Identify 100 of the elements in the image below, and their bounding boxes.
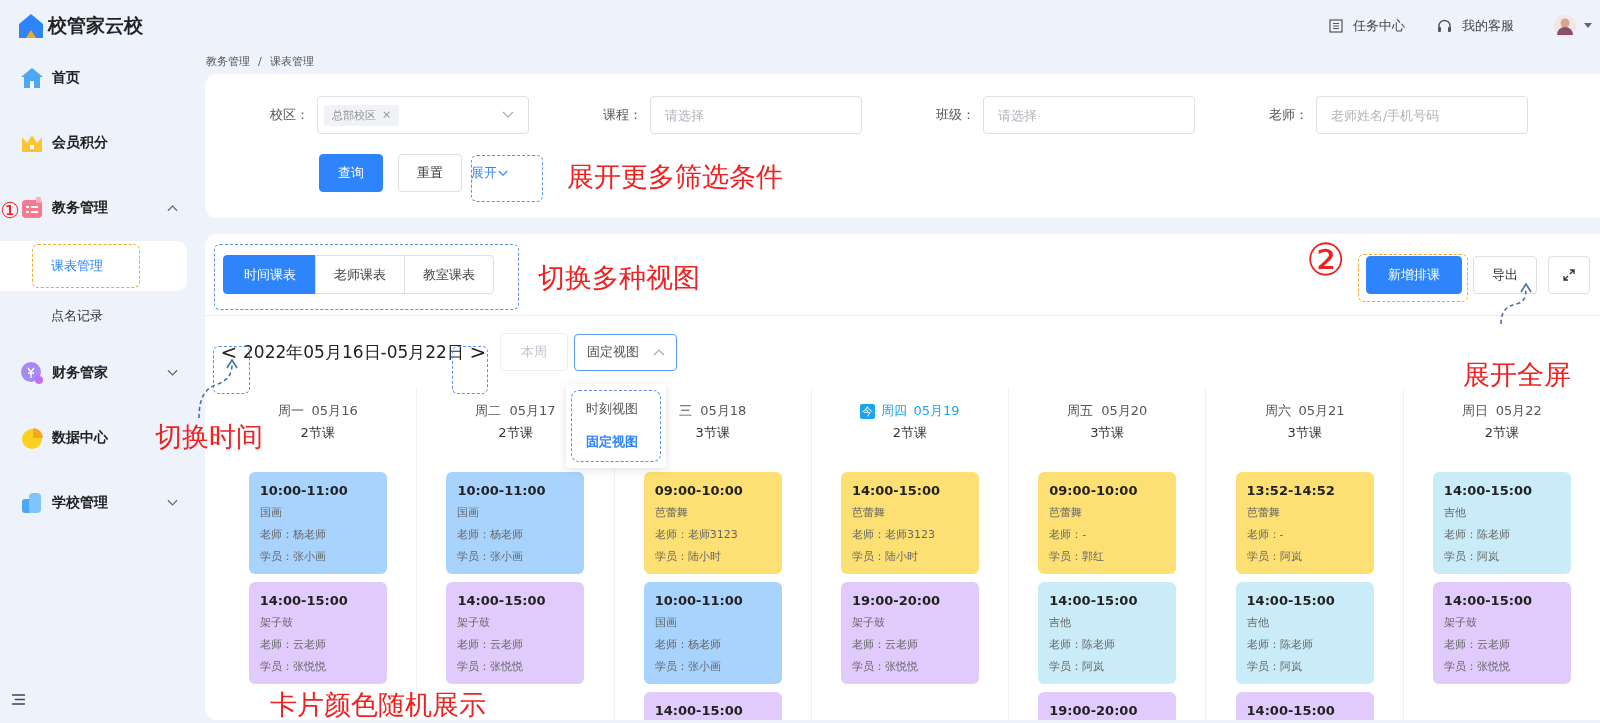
sidebar-item[interactable]: 数据中心 xyxy=(20,419,140,457)
view-tab[interactable]: 教室课表 xyxy=(404,255,494,294)
course-name: 国画 xyxy=(457,505,481,520)
dropdown-option[interactable]: 时刻视图 xyxy=(571,392,660,426)
expand-icon xyxy=(1563,268,1575,281)
teacher-name: 老师：杨老师 xyxy=(457,527,525,542)
input-field[interactable]: 请选择 xyxy=(983,96,1195,134)
student-name: 学员：张小画 xyxy=(259,549,327,564)
teacher-name: 老师：云老师 xyxy=(1443,637,1511,652)
lesson-card[interactable]: 19:00-20:00 xyxy=(1038,692,1177,720)
lesson-time: 09:00-10:00 xyxy=(654,483,744,498)
lesson-time: 10:00-11:00 xyxy=(259,483,349,498)
lesson-card[interactable]: 10:00-11:00 国画 老师：杨老师 学员：张小画 xyxy=(643,582,782,684)
lesson-card[interactable]: 14:00-15:00 架子鼓 老师：云老师 学员：张悦悦 xyxy=(1432,582,1571,684)
menu-icon[interactable] xyxy=(12,694,25,705)
expand-link[interactable]: 展开 xyxy=(471,164,508,182)
lesson-card[interactable]: 10:00-11:00 国画 老师：杨老师 学员：张小画 xyxy=(446,472,585,574)
lesson-count: 3节课 xyxy=(695,424,730,442)
input-field[interactable]: 老师姓名/手机号码 xyxy=(1316,96,1528,134)
blocks-icon xyxy=(20,491,44,515)
lesson-card[interactable]: 14:00-15:00 xyxy=(1235,692,1374,720)
support-link[interactable]: 我的客服 xyxy=(1437,17,1514,35)
lesson-count: 2节课 xyxy=(892,424,928,442)
lesson-time: 14:00-15:00 xyxy=(259,593,349,608)
previous-week-button[interactable]: < xyxy=(215,340,243,364)
lesson-card[interactable]: 14:00-15:00 吉他 老师：陈老师 学员：阿岚 xyxy=(1038,582,1177,684)
student-name: 学员：阿岚 xyxy=(1246,659,1303,674)
sidebar-item[interactable]: 会员积分 xyxy=(20,124,140,162)
weekday-label: 周日 xyxy=(1461,402,1488,420)
teacher-name: 老师：杨老师 xyxy=(654,637,722,652)
app-logo-text: 校管家云校 xyxy=(48,13,143,38)
lesson-card[interactable]: 09:00-10:00 芭蕾舞 老师：老师3123 学员：陆小时 xyxy=(643,472,782,574)
headset-icon xyxy=(1437,19,1452,33)
course-name: 吉他 xyxy=(1443,505,1467,520)
view-select[interactable]: 固定视图 xyxy=(573,333,677,371)
sidebar-subitem[interactable]: 点名记录 xyxy=(0,291,187,341)
list-icon xyxy=(1329,19,1343,33)
user-avatar[interactable] xyxy=(1554,15,1576,37)
query-button[interactable]: 查询 xyxy=(319,154,383,192)
input-field[interactable]: 请选择 xyxy=(650,96,862,134)
reset-button[interactable]: 重置 xyxy=(398,154,462,192)
breadcrumb-item[interactable]: 课表管理 xyxy=(269,53,314,69)
lesson-time: 14:00-15:00 xyxy=(1246,703,1336,718)
chevron-icon xyxy=(652,348,665,356)
sidebar-subitem[interactable]: 课表管理 xyxy=(0,241,187,291)
date-label: 05月17 xyxy=(509,402,556,420)
lesson-time: 14:00-15:00 xyxy=(852,483,942,498)
view-tab[interactable]: 老师课表 xyxy=(315,255,405,294)
course-name: 架子鼓 xyxy=(259,615,294,630)
student-name: 学员：郭红 xyxy=(1049,549,1106,564)
logo-icon xyxy=(18,13,44,39)
weekday-label: 周四 xyxy=(881,402,908,420)
task-center-link[interactable]: 任务中心 xyxy=(1329,17,1405,35)
teacher-name: 老师：陈老师 xyxy=(1049,637,1117,652)
lesson-count: 3节课 xyxy=(1287,424,1322,442)
lesson-card[interactable]: 14:00-15:00 芭蕾舞 老师：老师3123 学员：陆小时 xyxy=(841,472,979,574)
week-range: 2022年05月16日-05月22日 xyxy=(243,340,464,364)
filter-label: 班级： xyxy=(935,106,976,124)
lesson-card[interactable]: 14:00-15:00 吉他 老师：陈老师 学员：阿岚 xyxy=(1235,582,1374,684)
teacher-name: 老师：云老师 xyxy=(852,637,919,652)
lesson-card[interactable]: 19:00-20:00 架子鼓 老师：云老师 学员：张悦悦 xyxy=(841,582,979,684)
student-name: 学员：陆小时 xyxy=(654,549,722,564)
student-name: 学员：张悦悦 xyxy=(852,659,919,674)
view-tab[interactable]: 时间课表 xyxy=(223,255,316,294)
sidebar-item[interactable]: 首页 xyxy=(20,59,140,97)
filter-label: 校区： xyxy=(269,106,310,124)
student-name: 学员：张小画 xyxy=(654,659,722,674)
sidebar-item[interactable]: 教务管理 xyxy=(20,189,178,227)
student-name: 学员：阿岚 xyxy=(1443,549,1500,564)
lesson-card[interactable]: 14:00-15:00 架子鼓 老师：云老师 学员：张悦悦 xyxy=(446,582,585,684)
course-name: 吉他 xyxy=(1049,615,1073,630)
chevron-icon xyxy=(498,169,508,177)
sidebar-item[interactable]: 财务管家 xyxy=(20,354,178,392)
lesson-card[interactable]: 14:00-15:00 吉他 老师：陈老师 学员：阿岚 xyxy=(1432,472,1571,574)
weekday-label: 三 xyxy=(679,402,693,420)
course-name: 国画 xyxy=(654,615,678,630)
sidebar-item[interactable]: 学校管理 xyxy=(20,484,178,522)
breadcrumb-item[interactable]: 教务管理 xyxy=(206,53,250,69)
calendar-icon xyxy=(20,196,44,220)
weekday-label: 周五 xyxy=(1067,402,1094,420)
lesson-card[interactable]: 14:00-15:00 xyxy=(643,692,782,720)
lesson-card[interactable]: 14:00-15:00 架子鼓 老师：云老师 学员：张悦悦 xyxy=(248,582,387,684)
lesson-card[interactable]: 09:00-10:00 芭蕾舞 老师：- 学员：郭红 xyxy=(1038,472,1177,574)
dropdown-option[interactable]: 固定视图 xyxy=(571,425,660,459)
add-schedule-button[interactable]: 新增排课 xyxy=(1366,255,1462,294)
date-label: 05月19 xyxy=(913,402,960,420)
course-name: 国画 xyxy=(259,505,283,520)
highlight-frame xyxy=(471,155,543,202)
filter-label: 老师： xyxy=(1268,106,1309,124)
lesson-card[interactable]: 10:00-11:00 国画 老师：杨老师 学员：张小画 xyxy=(248,472,387,574)
teacher-name: 老师：- xyxy=(1246,527,1285,542)
fullscreen-button[interactable] xyxy=(1548,255,1590,294)
annotation-text: 展开全屏 xyxy=(1463,360,1571,390)
teacher-name: 老师：云老师 xyxy=(259,637,327,652)
export-button[interactable]: 导出 xyxy=(1473,255,1537,294)
student-name: 学员：陆小时 xyxy=(852,549,919,564)
lesson-card[interactable]: 13:52-14:52 芭蕾舞 老师：- 学员：阿岚 xyxy=(1235,472,1374,574)
teacher-name: 老师：老师3123 xyxy=(852,527,936,542)
coin-icon xyxy=(20,361,44,385)
next-week-button[interactable]: > xyxy=(463,340,492,364)
